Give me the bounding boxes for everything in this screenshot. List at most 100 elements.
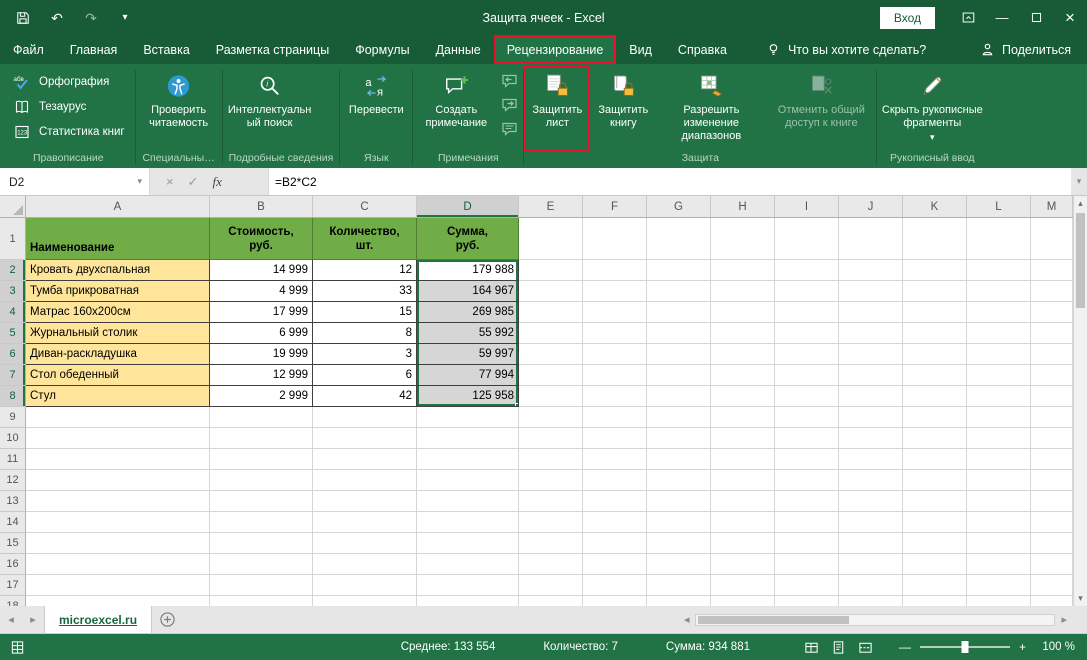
cell-L15[interactable]: [967, 533, 1031, 554]
column-header-H[interactable]: H: [711, 196, 775, 217]
cell-M16[interactable]: [1031, 554, 1073, 575]
next-comment-icon[interactable]: [501, 97, 519, 118]
cell-G7[interactable]: [647, 365, 711, 386]
cell-A6[interactable]: Диван-раскладушка: [26, 344, 210, 365]
ribbon-display-options-icon[interactable]: [951, 0, 985, 35]
cell-D16[interactable]: [417, 554, 519, 575]
cell-C3[interactable]: 33: [313, 281, 417, 302]
cell-E6[interactable]: [519, 344, 583, 365]
cell-I15[interactable]: [775, 533, 839, 554]
column-header-I[interactable]: I: [775, 196, 839, 217]
cell-C9[interactable]: [313, 407, 417, 428]
cell-B2[interactable]: 14 999: [210, 260, 313, 281]
cell-L7[interactable]: [967, 365, 1031, 386]
column-header-E[interactable]: E: [519, 196, 583, 217]
cell-I12[interactable]: [775, 470, 839, 491]
scroll-right-icon[interactable]: ▸: [1057, 613, 1071, 626]
cell-C15[interactable]: [313, 533, 417, 554]
cell-G16[interactable]: [647, 554, 711, 575]
cell-L16[interactable]: [967, 554, 1031, 575]
cell-L14[interactable]: [967, 512, 1031, 533]
cell-E5[interactable]: [519, 323, 583, 344]
cell-H12[interactable]: [711, 470, 775, 491]
scroll-down-icon[interactable]: ▾: [1074, 591, 1087, 606]
cell-K3[interactable]: [903, 281, 967, 302]
cell-A9[interactable]: [26, 407, 210, 428]
tab-page-layout[interactable]: Разметка страницы: [203, 35, 342, 64]
cell-E16[interactable]: [519, 554, 583, 575]
cell-L1[interactable]: [967, 218, 1031, 260]
column-header-K[interactable]: K: [903, 196, 967, 217]
insert-function-icon[interactable]: fx: [213, 174, 222, 190]
cell-K2[interactable]: [903, 260, 967, 281]
cell-B9[interactable]: [210, 407, 313, 428]
column-header-A[interactable]: A: [26, 196, 210, 217]
cell-A11[interactable]: [26, 449, 210, 470]
tab-review[interactable]: Рецензирование: [493, 35, 617, 64]
cell-F9[interactable]: [583, 407, 647, 428]
cell-D9[interactable]: [417, 407, 519, 428]
tab-view[interactable]: Вид: [616, 35, 665, 64]
cell-J8[interactable]: [839, 386, 903, 407]
cell-F12[interactable]: [583, 470, 647, 491]
cell-D4[interactable]: 269 985: [417, 302, 519, 323]
column-header-B[interactable]: B: [210, 196, 313, 217]
cell-M10[interactable]: [1031, 428, 1073, 449]
hide-ink-button[interactable]: Скрыть рукописные фрагменты ▾: [877, 66, 987, 151]
cell-A4[interactable]: Матрас 160х200см: [26, 302, 210, 323]
row-header-16[interactable]: 16: [0, 554, 26, 575]
cell-H9[interactable]: [711, 407, 775, 428]
row-header-10[interactable]: 10: [0, 428, 26, 449]
thesaurus-button[interactable]: Тезаурус: [6, 94, 131, 119]
cell-C10[interactable]: [313, 428, 417, 449]
vertical-scroll-track[interactable]: [1074, 211, 1087, 591]
cell-I7[interactable]: [775, 365, 839, 386]
cell-F8[interactable]: [583, 386, 647, 407]
zoom-out-icon[interactable]: —: [899, 640, 911, 654]
cell-J4[interactable]: [839, 302, 903, 323]
cell-M18[interactable]: [1031, 596, 1073, 606]
cell-M14[interactable]: [1031, 512, 1073, 533]
zoom-slider-thumb[interactable]: [961, 641, 969, 653]
cell-B3[interactable]: 4 999: [210, 281, 313, 302]
cell-I8[interactable]: [775, 386, 839, 407]
cell-M2[interactable]: [1031, 260, 1073, 281]
cell-M11[interactable]: [1031, 449, 1073, 470]
cell-H4[interactable]: [711, 302, 775, 323]
cell-B1[interactable]: Стоимость, руб.: [210, 218, 313, 260]
cell-H15[interactable]: [711, 533, 775, 554]
cell-D10[interactable]: [417, 428, 519, 449]
row-header-4[interactable]: 4: [0, 302, 26, 323]
cell-E1[interactable]: [519, 218, 583, 260]
cell-E9[interactable]: [519, 407, 583, 428]
cell-E12[interactable]: [519, 470, 583, 491]
cell-F11[interactable]: [583, 449, 647, 470]
zoom-slider[interactable]: [919, 641, 1010, 653]
sheet-nav-left-icon[interactable]: ◂: [0, 606, 22, 633]
name-box[interactable]: D2 ▾: [0, 168, 150, 195]
cell-L10[interactable]: [967, 428, 1031, 449]
cell-B11[interactable]: [210, 449, 313, 470]
cell-F18[interactable]: [583, 596, 647, 606]
row-header-5[interactable]: 5: [0, 323, 26, 344]
cell-F13[interactable]: [583, 491, 647, 512]
sheet-tab-microexcel[interactable]: microexcel.ru: [44, 606, 153, 633]
cell-A8[interactable]: Стул: [26, 386, 210, 407]
horizontal-scrollbar[interactable]: ◂ ▸: [680, 606, 1087, 633]
cell-J12[interactable]: [839, 470, 903, 491]
cell-D15[interactable]: [417, 533, 519, 554]
cancel-icon[interactable]: ×: [166, 174, 174, 189]
scroll-left-icon[interactable]: ◂: [680, 613, 694, 626]
show-comments-icon[interactable]: [501, 121, 519, 142]
tab-formulas[interactable]: Формулы: [342, 35, 422, 64]
cell-I17[interactable]: [775, 575, 839, 596]
cell-L12[interactable]: [967, 470, 1031, 491]
cell-A2[interactable]: Кровать двухспальная: [26, 260, 210, 281]
previous-comment-icon[interactable]: [501, 73, 519, 94]
cell-C1[interactable]: Количество, шт.: [313, 218, 417, 260]
cell-L18[interactable]: [967, 596, 1031, 606]
cell-G15[interactable]: [647, 533, 711, 554]
cell-F7[interactable]: [583, 365, 647, 386]
cell-H6[interactable]: [711, 344, 775, 365]
row-header-7[interactable]: 7: [0, 365, 26, 386]
